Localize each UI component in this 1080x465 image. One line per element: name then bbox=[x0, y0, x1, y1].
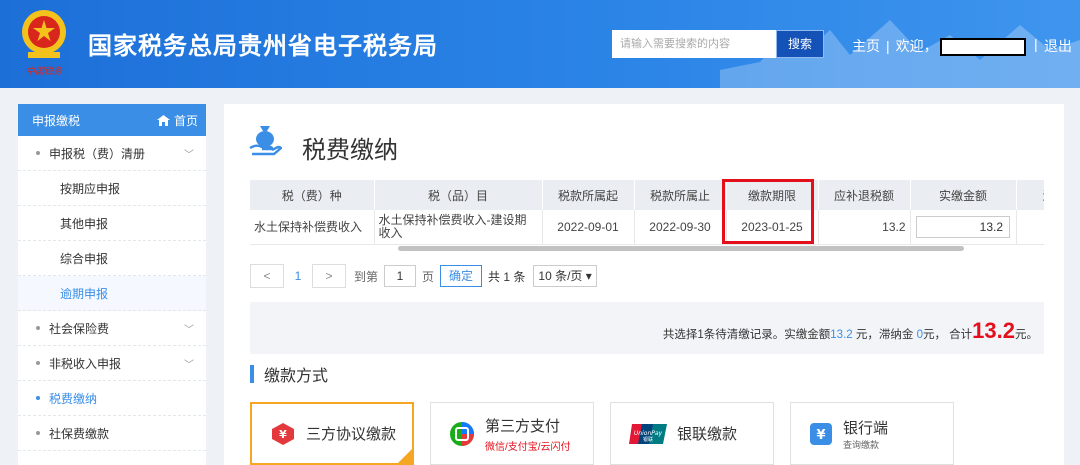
page-number[interactable]: 1 bbox=[284, 269, 312, 283]
payment-method-section-title: 缴款方式 bbox=[250, 362, 328, 386]
cell-late-fee bbox=[1016, 210, 1044, 245]
column-header: 实缴金额 bbox=[910, 180, 1017, 210]
bullet-icon bbox=[36, 361, 40, 365]
column-header: 税款所属起 bbox=[542, 180, 635, 210]
summary-paid-amount: 13.2 bbox=[830, 329, 853, 341]
goto-page-input[interactable]: 1 bbox=[384, 265, 417, 287]
nav-separator: | bbox=[1034, 36, 1038, 52]
tax-table: 税（费）种 税（品）目 税款所属起 税款所属止 缴款期限 应补退税额 实缴金额 … bbox=[250, 180, 1044, 245]
prev-page-button[interactable]: < bbox=[250, 264, 284, 288]
goto-label: 到第 bbox=[354, 269, 379, 284]
search-button[interactable]: 搜索 bbox=[776, 30, 824, 58]
sidebar-header: 申报缴税 首页 bbox=[18, 104, 206, 136]
cell-tax-type: 水土保持补偿费收入 bbox=[250, 210, 375, 245]
total-count: 共 1 条 bbox=[488, 269, 526, 284]
column-header: 税（品）目 bbox=[374, 180, 543, 210]
home-icon bbox=[156, 114, 170, 126]
scan-pay-icon bbox=[450, 421, 474, 446]
sidebar-header-label: 申报缴税 bbox=[32, 113, 81, 128]
chevron-down-icon: ﹀ bbox=[184, 359, 194, 371]
chevron-down-icon: ﹀ bbox=[184, 149, 194, 161]
logout-link[interactable]: 退出 bbox=[1044, 36, 1072, 56]
chevron-down-icon: ▾ bbox=[585, 269, 592, 283]
table-horizontal-scrollbar[interactable] bbox=[250, 246, 1044, 252]
page-unit-label: 页 bbox=[422, 269, 435, 284]
top-nav: 主页 | 欢迎， bbox=[852, 36, 1030, 57]
bullet-icon bbox=[36, 431, 40, 435]
site-title: 国家税务总局贵州省电子税务局 bbox=[88, 33, 438, 60]
payment-method-unionpay[interactable]: UnionPay 银联 银联缴款 bbox=[610, 402, 774, 465]
home-link[interactable]: 主页 bbox=[852, 38, 880, 54]
svg-text:中国税务: 中国税务 bbox=[26, 66, 63, 77]
pagination: < 1 > 到第 1 页 确定 共 1 条 10 条/页 ▾ bbox=[250, 264, 597, 288]
sidebar: 申报缴税 首页 申报税（费）清册 ﹀ 按期应申报 其他申报 综合申报 逾期申报 … bbox=[18, 104, 206, 465]
paid-amount-input[interactable]: 13.2 bbox=[916, 215, 1010, 238]
svg-text:¥: ¥ bbox=[279, 428, 287, 441]
bullet-icon bbox=[36, 151, 40, 155]
main-panel: 税费缴纳 税（费）种 税（品）目 税款所属起 税款所属止 缴款期限 应补退税额 … bbox=[224, 104, 1064, 465]
tax-emblem-icon: 中国税务 bbox=[22, 10, 66, 77]
sidebar-item-social-insurance[interactable]: 社会保险费 ﹀ bbox=[18, 311, 206, 346]
welcome-text: 欢迎， bbox=[895, 38, 938, 54]
username-redacted bbox=[939, 38, 1026, 57]
bullet-icon bbox=[36, 396, 40, 400]
svg-text:UnionPay: UnionPay bbox=[634, 430, 663, 437]
column-header: 税（费）种 bbox=[250, 180, 375, 210]
cell-paid-amount: 13.2 bbox=[910, 210, 1017, 245]
tripartite-agreement-icon: ¥ bbox=[272, 422, 294, 445]
deadline-highlight-box bbox=[722, 179, 814, 244]
payment-method-third-party[interactable]: 第三方支付 微信/支付宝/云闪付 bbox=[430, 402, 594, 465]
cell-period-start: 2022-09-01 bbox=[542, 210, 635, 245]
top-header: 中国税务 国家税务总局贵州省电子税务局 请输入需要搜索的内容 搜索 主页 | 欢迎，… bbox=[0, 0, 1080, 88]
sidebar-item-declaration-list[interactable]: 申报税（费）清册 ﹀ bbox=[18, 136, 206, 171]
cell-tax-item: 水土保持补偿费收入-建设期收入 bbox=[374, 210, 543, 245]
cell-period-end: 2022-09-30 bbox=[634, 210, 727, 245]
next-page-button[interactable]: > bbox=[312, 264, 346, 288]
sidebar-item-social-security-payment[interactable]: 社保费缴款 bbox=[18, 416, 206, 451]
money-bag-icon bbox=[249, 126, 282, 156]
sidebar-item-non-tax-income[interactable]: 非税收入申报 ﹀ bbox=[18, 346, 206, 381]
payment-summary: 共选择1条待清缴记录。实缴金额13.2 元，滞纳金 0元， 合计13.2元。 bbox=[250, 302, 1044, 354]
sidebar-item-comprehensive-declaration[interactable]: 综合申报 bbox=[18, 241, 206, 276]
goto-confirm-button[interactable]: 确定 bbox=[440, 265, 483, 287]
bank-yuan-icon: ¥ bbox=[810, 422, 832, 445]
section-marker bbox=[250, 365, 254, 383]
sidebar-item-tax-payment[interactable]: 税费缴纳 bbox=[18, 381, 206, 416]
svg-text:银联: 银联 bbox=[643, 436, 653, 443]
svg-text:¥: ¥ bbox=[816, 428, 825, 443]
bullet-icon bbox=[36, 326, 40, 330]
scrollbar-thumb[interactable] bbox=[398, 246, 964, 251]
page-title: 税费缴纳 bbox=[302, 137, 398, 164]
search-input[interactable]: 请输入需要搜索的内容 bbox=[612, 30, 776, 58]
chevron-down-icon: ﹀ bbox=[184, 324, 194, 336]
column-header: 税款所属止 bbox=[634, 180, 727, 210]
page-size-select[interactable]: 10 条/页 ▾ bbox=[533, 265, 597, 287]
table-row: 水土保持补偿费收入 水土保持补偿费收入-建设期收入 2022-09-01 202… bbox=[250, 210, 1044, 245]
table-header-row: 税（费）种 税（品）目 税款所属起 税款所属止 缴款期限 应补退税额 实缴金额 … bbox=[250, 180, 1044, 210]
sidebar-item-overdue-declaration[interactable]: 逾期申报 bbox=[18, 276, 206, 311]
sidebar-home-link[interactable]: 首页 bbox=[156, 112, 198, 129]
sidebar-item-other-declaration[interactable]: 其他申报 bbox=[18, 206, 206, 241]
selected-corner-mark bbox=[397, 448, 413, 464]
bank-text: 银行端 查询缴款 bbox=[843, 419, 889, 450]
column-header: 滞 bbox=[1016, 180, 1044, 210]
cell-due-amount: 13.2 bbox=[818, 210, 911, 245]
payment-method-bank[interactable]: ¥ 银行端 查询缴款 bbox=[790, 402, 954, 465]
third-party-text: 第三方支付 微信/支付宝/云闪付 bbox=[485, 417, 571, 453]
column-header: 应补退税额 bbox=[818, 180, 911, 210]
tax-table-container[interactable]: 税（费）种 税（品）目 税款所属起 税款所属止 缴款期限 应补退税额 实缴金额 … bbox=[250, 180, 1044, 250]
sidebar-item-periodic-declaration[interactable]: 按期应申报 bbox=[18, 171, 206, 206]
summary-total: 13.2 bbox=[972, 318, 1015, 343]
unionpay-logo-icon: UnionPay 银联 bbox=[629, 423, 667, 444]
payment-method-tripartite[interactable]: ¥ 三方协议缴款 bbox=[250, 402, 414, 465]
